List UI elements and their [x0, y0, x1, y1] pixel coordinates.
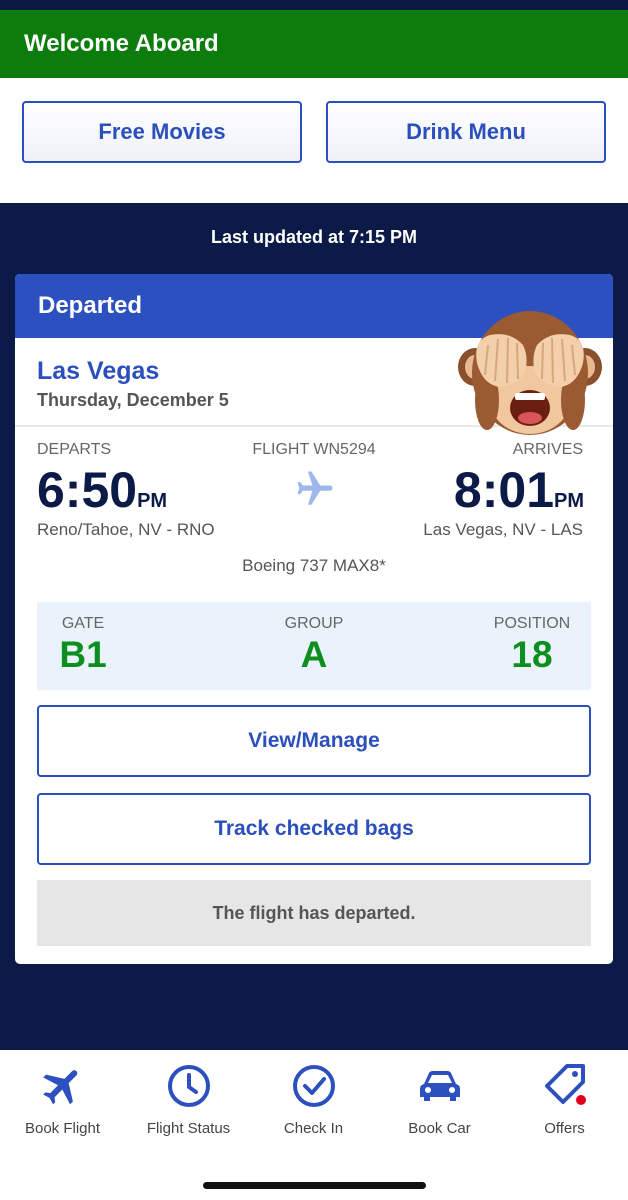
promo-row: Free Movies Drink Menu — [0, 78, 628, 203]
arrival-time: 8:01PM — [454, 462, 584, 529]
home-indicator[interactable] — [203, 1182, 426, 1189]
tag-icon — [544, 1064, 586, 1105]
bottom-tab-bar: Book Flight Flight Status Check In Book … — [0, 1050, 628, 1200]
departure-time-value: 6:50 — [37, 462, 138, 518]
gate-value: B1 — [59, 634, 107, 675]
checkmark-circle-icon — [292, 1065, 335, 1107]
drink-menu-button[interactable]: Drink Menu — [326, 101, 606, 163]
tab-check-in[interactable]: Check In — [251, 1062, 376, 1152]
last-updated-text: Last updated at 7:15 PM — [210, 227, 418, 247]
position-value: 18 — [511, 634, 553, 675]
tab-label: Flight Status — [146, 1120, 231, 1137]
tab-label: Book Car — [408, 1120, 471, 1137]
view-manage-button[interactable]: View/Manage — [37, 705, 591, 777]
arrival-ampm: PM — [554, 490, 584, 512]
tab-flight-status[interactable]: Flight Status — [126, 1062, 251, 1152]
destination-city: Las Vegas — [37, 357, 160, 385]
tab-label: Offers — [544, 1120, 585, 1137]
see-no-evil-monkey-icon — [458, 311, 602, 435]
tab-label: Check In — [283, 1120, 344, 1137]
tab-offers[interactable]: Offers — [502, 1062, 627, 1152]
aircraft-type: Boeing 737 MAX8* — [242, 556, 386, 575]
tab-book-flight[interactable]: Book Flight — [0, 1062, 125, 1152]
group-label: GROUP — [284, 615, 344, 632]
welcome-banner: Welcome Aboard — [0, 10, 628, 78]
departure-ampm: PM — [137, 490, 168, 512]
airplane-icon — [297, 471, 333, 505]
clock-icon — [167, 1065, 210, 1107]
track-bags-button[interactable]: Track checked bags — [37, 793, 591, 865]
free-movies-button[interactable]: Free Movies — [22, 101, 302, 163]
airplane-icon — [42, 1070, 77, 1105]
status-bar — [0, 0, 628, 10]
departure-time: 6:50PM — [37, 462, 167, 529]
boarding-info: GATE B1 GROUP A POSITION 18 — [37, 602, 591, 690]
gate-label: GATE — [61, 615, 105, 632]
group-value: A — [300, 634, 328, 675]
position-label: POSITION — [493, 615, 571, 632]
arrival-time-value: 8:01 — [453, 462, 554, 518]
car-icon — [419, 1071, 460, 1101]
departed-notice: The flight has departed. — [37, 880, 591, 946]
tab-book-car[interactable]: Book Car — [377, 1062, 502, 1152]
departure-city: Reno/Tahoe, NV - RNO — [37, 520, 215, 539]
flight-date: Thursday, December 5 — [37, 390, 229, 410]
tab-label: Book Flight — [24, 1120, 101, 1137]
arrival-city: Las Vegas, NV - LAS — [423, 520, 583, 539]
